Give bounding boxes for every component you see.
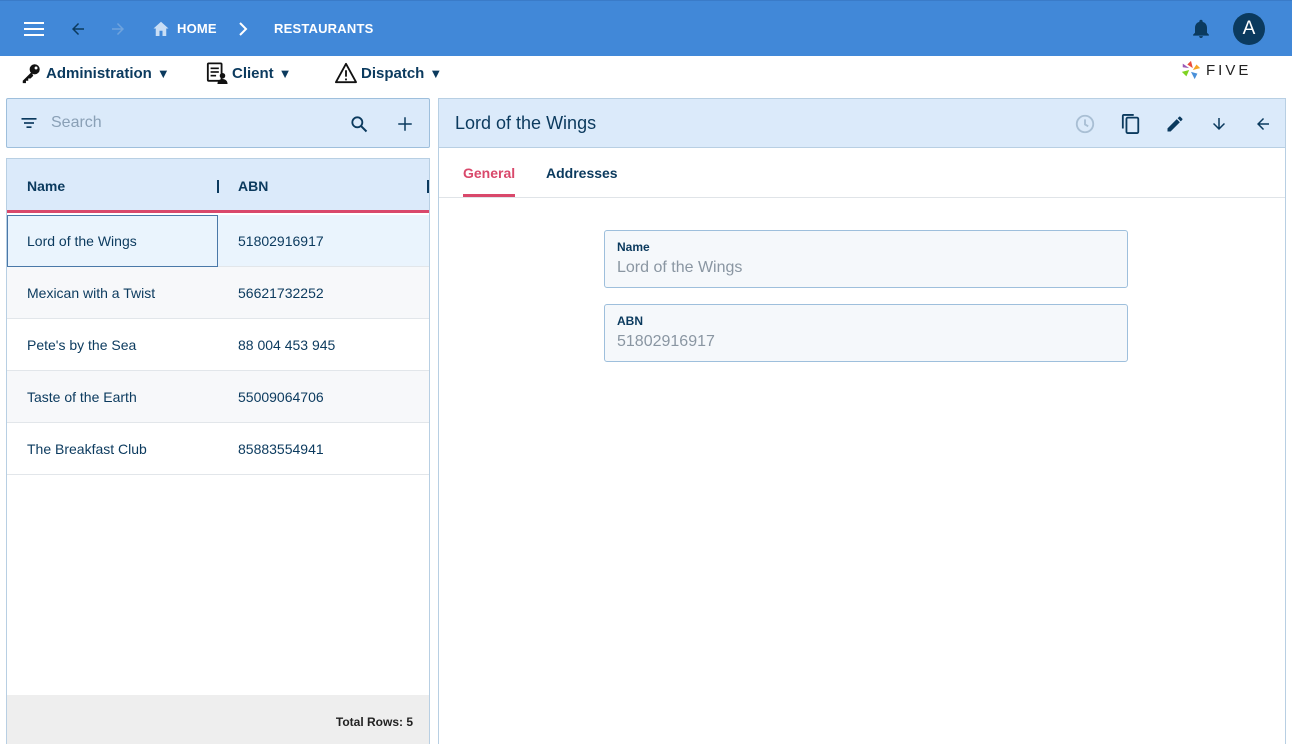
- cell-name: Pete's by the Sea: [27, 337, 137, 353]
- grid-footer: Total Rows: 5: [7, 695, 429, 744]
- abn-field-label: ABN: [617, 314, 643, 328]
- cell-abn: 88 004 453 945: [238, 337, 336, 353]
- menu-dispatch[interactable]: Dispatch ▼: [335, 61, 442, 85]
- logo-text: FIVE: [1206, 61, 1252, 79]
- warning-icon: [335, 61, 361, 85]
- table-row[interactable]: Pete's by the Sea 88 004 453 945: [7, 319, 429, 371]
- search-bar: [6, 98, 430, 148]
- detail-panel: Lord of the Wings General Addresses Name…: [438, 98, 1286, 744]
- cell-name: Mexican with a Twist: [27, 285, 156, 301]
- table-row[interactable]: Mexican with a Twist 56621732252: [7, 267, 429, 319]
- five-logo: FIVE: [1180, 58, 1251, 82]
- detail-tabs: General Addresses: [439, 149, 1285, 198]
- name-field-label: Name: [617, 240, 650, 254]
- key-icon: [20, 61, 46, 85]
- cell-name: The Breakfast Club: [27, 441, 147, 457]
- cell-abn: 85883554941: [238, 441, 324, 457]
- avatar[interactable]: A: [1233, 13, 1265, 45]
- chevron-down-icon: ▼: [156, 65, 170, 81]
- total-rows: Total Rows: 5: [335, 715, 413, 729]
- edit-icon[interactable]: [1162, 111, 1188, 137]
- breadcrumb-home[interactable]: HOME: [177, 21, 217, 36]
- breadcrumb-restaurants[interactable]: RESTAURANTS: [274, 21, 373, 36]
- chevron-down-icon: ▼: [278, 65, 292, 81]
- menu-dispatch-label: Dispatch: [361, 64, 425, 82]
- filter-icon[interactable]: [19, 113, 39, 133]
- chevron-down-icon: ▼: [429, 65, 443, 81]
- top-app-bar: HOME RESTAURANTS A: [0, 0, 1292, 56]
- name-field[interactable]: Name Lord of the Wings: [604, 230, 1128, 288]
- client-doc-icon: [206, 61, 232, 85]
- menu-administration[interactable]: Administration ▼: [20, 61, 170, 85]
- tab-general[interactable]: General: [463, 165, 515, 181]
- tab-addresses[interactable]: Addresses: [546, 165, 618, 181]
- copy-icon[interactable]: [1118, 111, 1144, 137]
- history-icon[interactable]: [1072, 111, 1098, 137]
- cell-name: Taste of the Earth: [27, 389, 137, 405]
- search-input[interactable]: [51, 111, 331, 135]
- arrow-down-icon[interactable]: [1206, 111, 1232, 137]
- home-icon[interactable]: [152, 20, 170, 37]
- forward-arrow-icon[interactable]: [102, 13, 134, 45]
- active-tab-indicator: [463, 194, 515, 197]
- cell-abn: 55009064706: [238, 389, 324, 405]
- back-arrow-icon[interactable]: [62, 13, 94, 45]
- abn-field[interactable]: ABN 51802916917: [604, 304, 1128, 362]
- back-arrow-icon[interactable]: [1250, 111, 1276, 137]
- search-icon[interactable]: [346, 111, 372, 137]
- menu-bar: Administration ▼ Client ▼ Dispatch ▼: [0, 56, 1292, 90]
- table-row[interactable]: The Breakfast Club 85883554941: [7, 423, 429, 475]
- abn-field-value: 51802916917: [617, 333, 715, 350]
- cell-name: Lord of the Wings: [27, 233, 137, 249]
- cell-abn: 56621732252: [238, 285, 324, 301]
- cell-abn: 51802916917: [238, 233, 324, 249]
- detail-title: Lord of the Wings: [455, 113, 597, 133]
- column-header-abn[interactable]: ABN: [238, 178, 268, 194]
- name-field-value: Lord of the Wings: [617, 259, 743, 276]
- detail-header: Lord of the Wings: [439, 99, 1285, 148]
- menu-icon[interactable]: [18, 13, 50, 45]
- chevron-right-icon: [238, 22, 248, 36]
- column-resize-handle[interactable]: [217, 180, 219, 193]
- restaurants-grid: Name ABN Lord of the Wings 51802916917 M…: [6, 158, 430, 744]
- grid-header: Name ABN: [7, 159, 429, 213]
- table-row[interactable]: Taste of the Earth 55009064706: [7, 371, 429, 423]
- table-row[interactable]: Lord of the Wings 51802916917: [7, 215, 429, 267]
- column-resize-handle[interactable]: [427, 180, 429, 193]
- five-logo-icon: [1181, 60, 1201, 80]
- menu-client-label: Client: [232, 64, 274, 82]
- bell-icon[interactable]: [1185, 13, 1217, 45]
- menu-administration-label: Administration: [46, 64, 152, 82]
- menu-client[interactable]: Client ▼: [206, 61, 292, 85]
- add-icon[interactable]: [392, 111, 418, 137]
- column-header-name[interactable]: Name: [27, 178, 65, 194]
